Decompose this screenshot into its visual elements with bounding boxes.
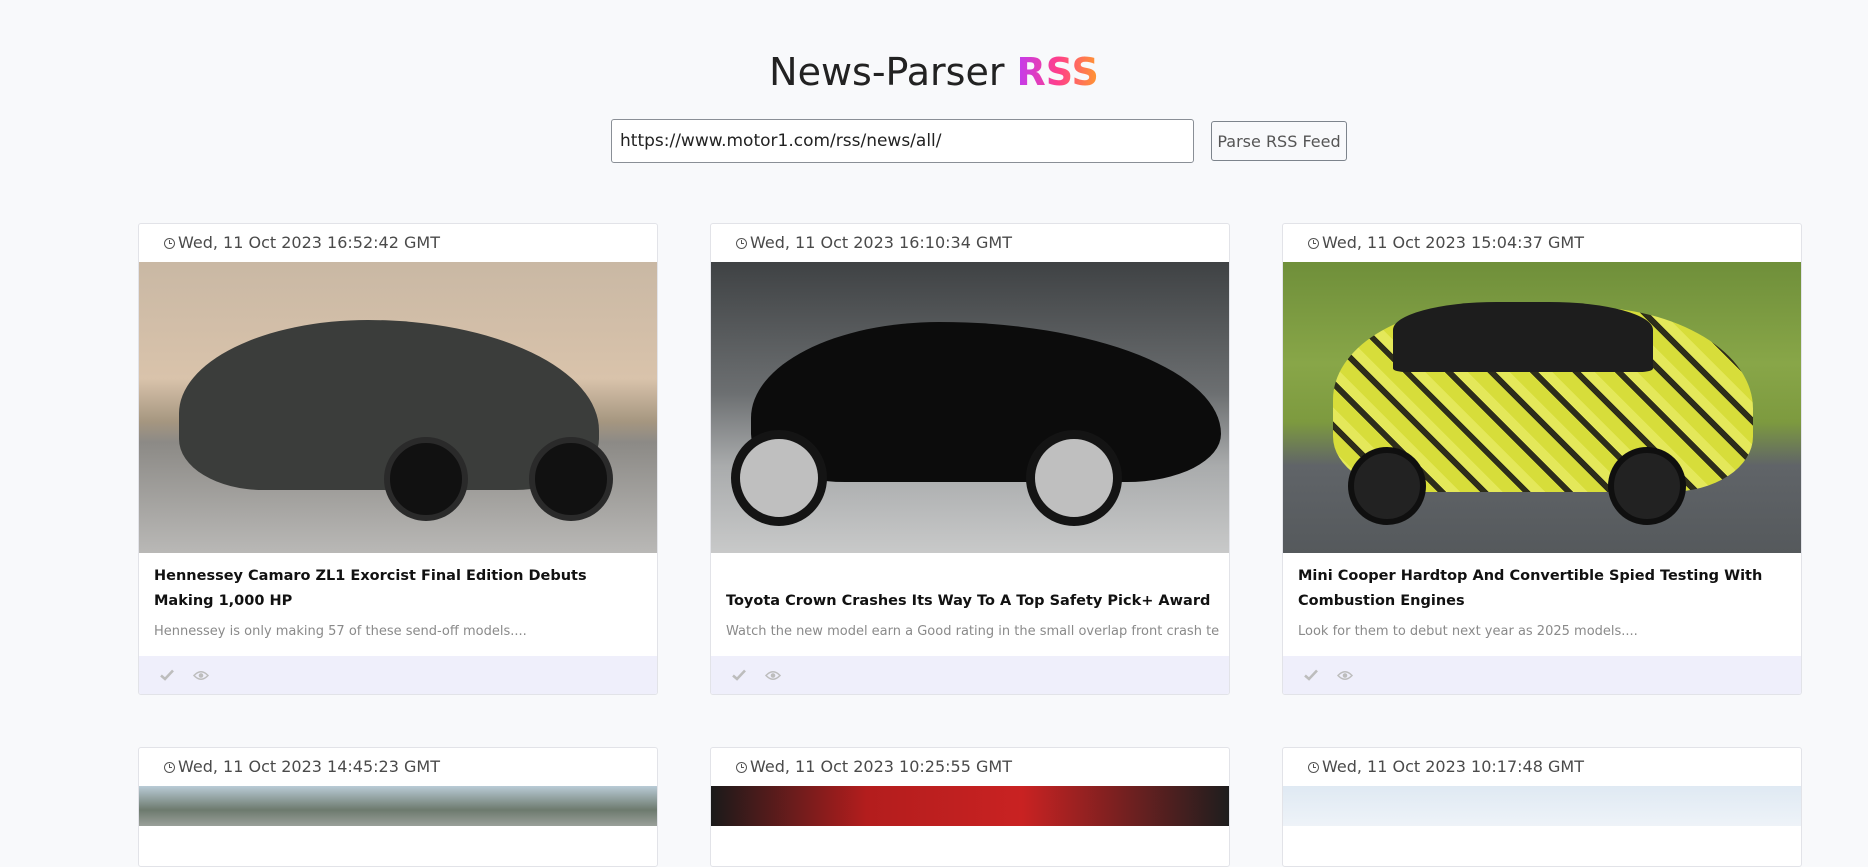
article-description: Watch the new model earn a Good rating i… [726, 624, 1219, 639]
article-card: Wed, 11 Oct 2023 10:25:55 GMT [710, 747, 1230, 867]
rss-url-input[interactable]: https://www.motor1.com/rss/news/all/ [611, 119, 1194, 163]
card-footer [711, 656, 1229, 694]
clock-icon [164, 238, 175, 249]
article-description: Look for them to debut next year as 2025… [1298, 624, 1638, 639]
card-footer [1283, 656, 1801, 694]
title-main: News-Parser [769, 50, 1017, 94]
clock-icon [736, 238, 747, 249]
article-title[interactable]: Hennessey Camaro ZL1 Exorcist Final Edit… [154, 564, 642, 614]
eye-icon[interactable] [1333, 663, 1357, 687]
clock-icon [164, 762, 175, 773]
date-text: Wed, 11 Oct 2023 16:52:42 GMT [178, 233, 440, 252]
article-date: Wed, 11 Oct 2023 16:52:42 GMT [139, 224, 657, 262]
page-title: News-Parser RSS [0, 47, 1868, 97]
date-text: Wed, 11 Oct 2023 14:45:23 GMT [178, 757, 440, 776]
parse-rss-button[interactable]: Parse RSS Feed [1211, 121, 1347, 161]
article-image[interactable] [711, 262, 1229, 553]
article-date: Wed, 11 Oct 2023 10:25:55 GMT [711, 748, 1229, 786]
date-text: Wed, 11 Oct 2023 10:17:48 GMT [1322, 757, 1584, 776]
clock-icon [1308, 238, 1319, 249]
article-image[interactable] [711, 786, 1229, 826]
check-icon[interactable] [155, 663, 179, 687]
article-image[interactable] [139, 262, 657, 553]
article-description: Hennessey is only making 57 of these sen… [154, 624, 527, 639]
article-card: Wed, 11 Oct 2023 10:17:48 GMT [1282, 747, 1802, 867]
title-accent-rss: RSS [1016, 50, 1099, 94]
article-date: Wed, 11 Oct 2023 16:10:34 GMT [711, 224, 1229, 262]
clock-icon [736, 762, 747, 773]
article-title[interactable]: Toyota Crown Crashes Its Way To A Top Sa… [726, 589, 1214, 614]
eye-icon[interactable] [761, 663, 785, 687]
article-card: Wed, 11 Oct 2023 14:45:23 GMT [138, 747, 658, 867]
article-card: Wed, 11 Oct 2023 16:52:42 GMT Hennessey … [138, 223, 658, 695]
check-icon[interactable] [1299, 663, 1323, 687]
check-icon[interactable] [727, 663, 751, 687]
article-image[interactable] [1283, 262, 1801, 553]
article-date: Wed, 11 Oct 2023 14:45:23 GMT [139, 748, 657, 786]
date-text: Wed, 11 Oct 2023 15:04:37 GMT [1322, 233, 1584, 252]
article-card: Wed, 11 Oct 2023 15:04:37 GMT Mini Coope… [1282, 223, 1802, 695]
clock-icon [1308, 762, 1319, 773]
article-date: Wed, 11 Oct 2023 10:17:48 GMT [1283, 748, 1801, 786]
card-footer [139, 656, 657, 694]
article-image[interactable] [1283, 786, 1801, 826]
date-text: Wed, 11 Oct 2023 16:10:34 GMT [750, 233, 1012, 252]
article-image[interactable] [139, 786, 657, 826]
eye-icon[interactable] [189, 663, 213, 687]
date-text: Wed, 11 Oct 2023 10:25:55 GMT [750, 757, 1012, 776]
article-title[interactable]: Mini Cooper Hardtop And Convertible Spie… [1298, 564, 1786, 614]
article-date: Wed, 11 Oct 2023 15:04:37 GMT [1283, 224, 1801, 262]
article-card: Wed, 11 Oct 2023 16:10:34 GMT Toyota Cro… [710, 223, 1230, 695]
